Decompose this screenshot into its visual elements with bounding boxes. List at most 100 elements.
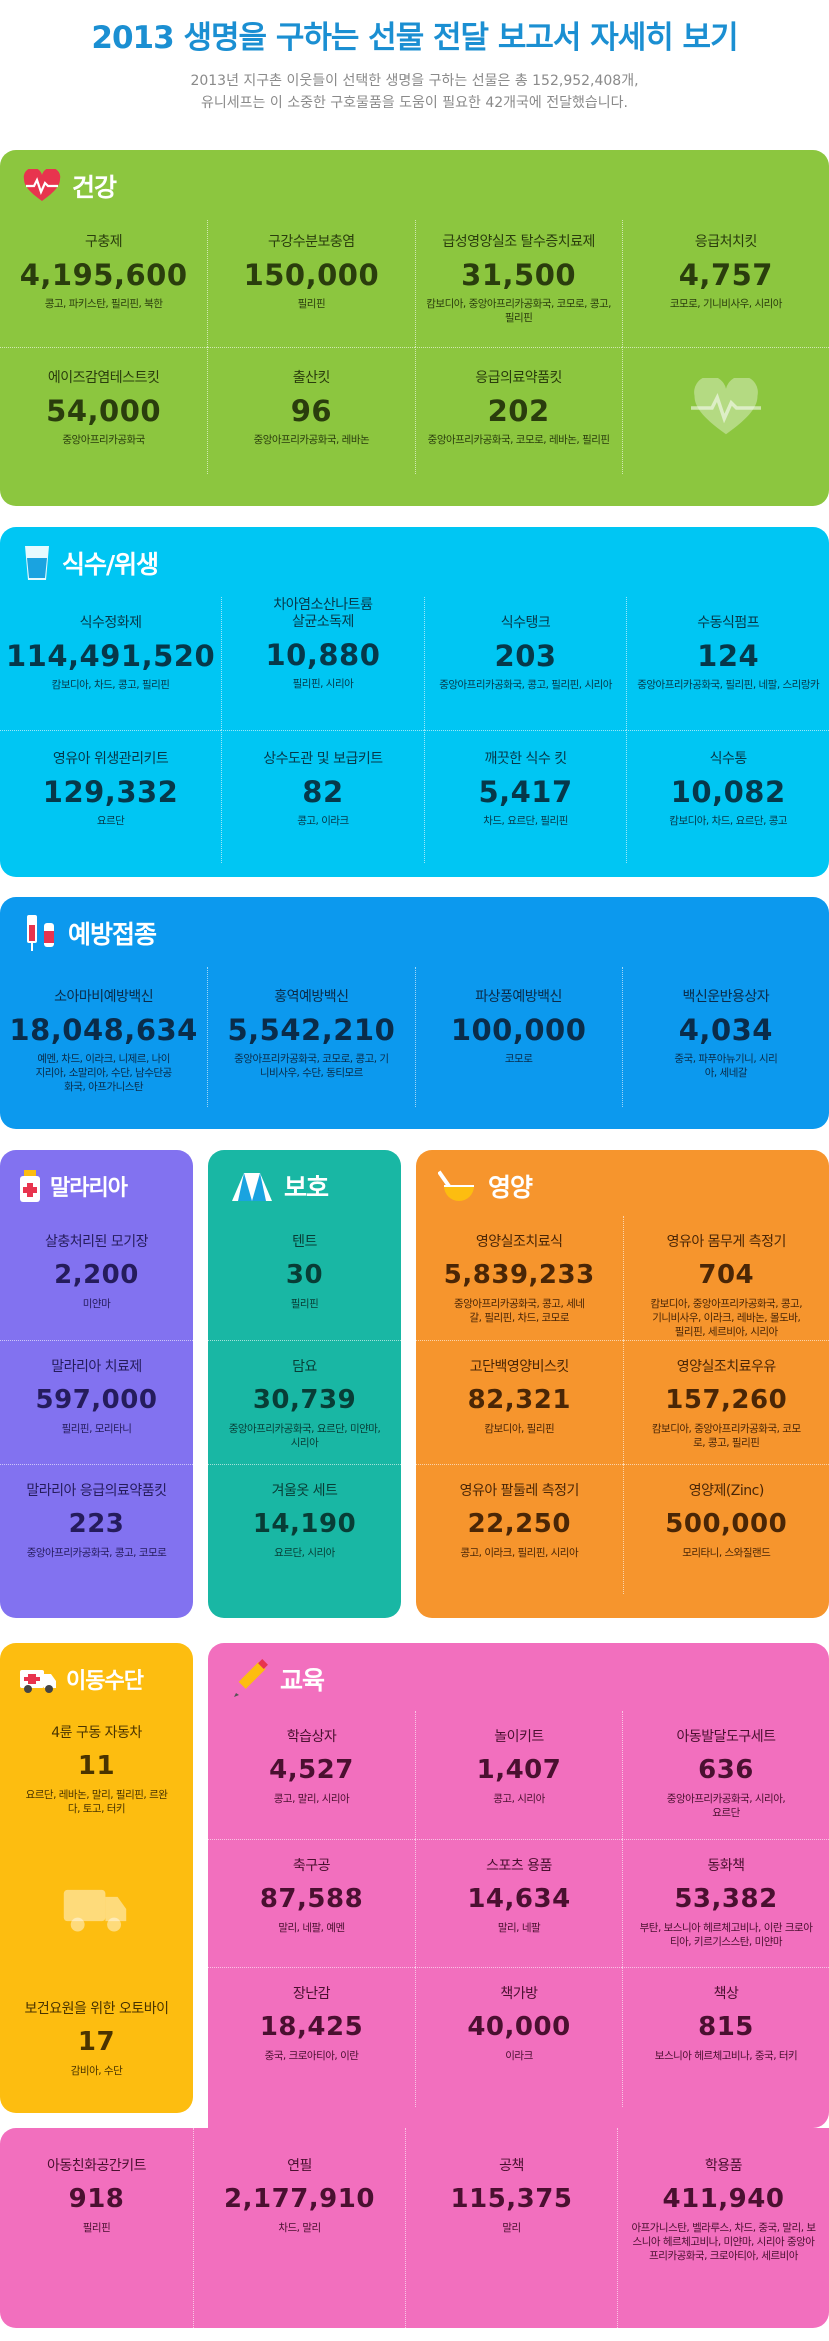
item-value: 31,500 xyxy=(461,258,577,292)
health-item: 구강수분보충염 150,000 필리핀 xyxy=(207,220,414,347)
vaccine-header: 예방접종 xyxy=(22,913,157,953)
item-countries: 필리핀, 시리아 xyxy=(292,678,354,690)
item-value: 5,417 xyxy=(478,775,573,809)
item-countries: 보스니아 헤르체고비나, 중국, 터키 xyxy=(654,2050,798,2062)
item-label: 급성영양실조 탈수증치료제 xyxy=(442,234,595,250)
nutrition-header: 영양 xyxy=(438,1166,533,1206)
item-value: 223 xyxy=(68,1509,125,1539)
education-header: 교육 xyxy=(230,1659,325,1699)
item-value: 500,000 xyxy=(665,1509,788,1539)
bowl-spoon-icon xyxy=(438,1168,478,1204)
health-item: 에이즈감염테스트킷 54,000 중앙아프리카공화국 xyxy=(0,347,208,474)
item-label: 연필 xyxy=(287,2158,312,2174)
item-countries: 캄보디아, 차드, 요르단, 콩고 xyxy=(669,815,788,827)
item-value: 10,880 xyxy=(265,638,381,672)
item-countries: 콩고, 이라크, 필리핀, 시리아 xyxy=(460,1547,579,1559)
item-label: 상수도관 및 보급키트 xyxy=(263,751,383,767)
transport-header: 이동수단 xyxy=(18,1659,144,1699)
item-label: 구충제 xyxy=(85,234,123,250)
item-countries: 필리핀 xyxy=(82,2222,111,2234)
item-label: 영유아 몸무게 측정기 xyxy=(666,1234,787,1250)
education-item: 동화책 53,382 부탄, 보스니아 헤르체고비나, 이란 크로아티아, 키르기스… xyxy=(622,1839,829,1967)
item-countries: 말리, 네팔 xyxy=(497,1922,541,1934)
item-countries: 코모로 xyxy=(504,1053,533,1065)
malaria-item: 살충처리된 모기장 2,200 미얀마 xyxy=(0,1216,193,1340)
nutrition-item: 영양제(Zinc) 500,000 모리타니, 스와질랜드 xyxy=(622,1464,829,1594)
heartbeat-watermark-icon xyxy=(690,376,761,442)
item-countries: 필리핀, 모리타니 xyxy=(61,1423,132,1435)
item-value: 14,634 xyxy=(467,1884,571,1914)
item-label: 담요 xyxy=(292,1359,317,1375)
item-countries: 캄보디아, 필리핀 xyxy=(484,1423,555,1435)
item-value: 22,250 xyxy=(467,1509,571,1539)
item-value: 202 xyxy=(487,394,550,428)
item-countries: 차드, 요르단, 필리핀 xyxy=(483,815,568,827)
syringe-icon xyxy=(22,913,58,953)
item-countries: 중앙아프리카공화국, 시리아, 요르단 xyxy=(666,1793,786,1819)
malaria-panel: 말라리아 살충처리된 모기장 2,200 미얀마 말라리아 치료제 597,000 필리… xyxy=(0,1150,193,1618)
water-item: 영유아 위생관리키트 129,332 요르단 xyxy=(0,730,222,863)
item-label: 응급처치킷 xyxy=(694,234,757,250)
item-countries: 모리타니, 스와질랜드 xyxy=(682,1547,771,1559)
subtitle-line-2: 유니세프는 이 소중한 구호물품을 도움이 필요한 42개국에 전달했습니다. xyxy=(201,95,628,111)
item-label: 차아염소산나트륨 살균소독제 xyxy=(273,597,373,630)
health-item: 구충제 4,195,600 콩고, 파키스탄, 필리핀, 북한 xyxy=(0,220,207,347)
item-countries: 아프가니스탄, 벨라루스, 차드, 중국, 말리, 보스니아 헤르체고비나, 미… xyxy=(631,2222,816,2262)
item-label: 식수탱크 xyxy=(500,615,551,631)
item-countries: 중앙아프리카공화국 xyxy=(62,434,145,446)
transport-item: 4륜 구동 자동차 11 요르단, 레바논, 말리, 필리핀, 르완다, 토고, 터… xyxy=(0,1725,193,1816)
item-label: 깨끗한 식수 킷 xyxy=(484,751,567,767)
item-countries: 필리핀 xyxy=(297,298,326,310)
health-panel: 건강 구충제 4,195,600 콩고, 파키스탄, 필리핀, 북한 구강수분보충염… xyxy=(0,150,829,506)
pencil-icon xyxy=(230,1659,270,1699)
water-glass-icon xyxy=(22,544,52,582)
item-value: 30 xyxy=(285,1260,324,1290)
item-countries: 콩고, 파키스탄, 필리핀, 북한 xyxy=(44,298,163,310)
item-value: 704 xyxy=(698,1260,755,1290)
malaria-title: 말라리아 xyxy=(50,1176,128,1201)
item-label: 학습상자 xyxy=(286,1729,337,1745)
nutrition-item: 영양실조치료식 5,839,233 중앙아프리카공화국, 콩고, 세네갈, 필리핀,… xyxy=(416,1216,623,1340)
protection-header: 보호 xyxy=(230,1166,329,1206)
health-item: 출산킷 96 중앙아프리카공화국, 레바논 xyxy=(207,347,415,474)
medicine-bottle-icon xyxy=(18,1168,42,1204)
education-item: 학습상자 4,527 콩고, 말리, 시리아 xyxy=(208,1711,415,1839)
education-item: 연필 2,177,910 차드, 말리 xyxy=(193,2128,405,2328)
item-label: 식수통 xyxy=(709,751,748,767)
item-label: 동화책 xyxy=(707,1858,745,1874)
education-item: 장난감 18,425 중국, 크로아티아, 이란 xyxy=(208,1967,415,2107)
item-value: 40,000 xyxy=(467,2012,571,2042)
item-label: 아동발달도구세트 xyxy=(676,1729,776,1745)
item-label: 책가방 xyxy=(500,1986,538,2002)
health-decor-cell xyxy=(621,347,829,474)
item-countries: 중앙아프리카공화국, 필리핀, 네팔, 스리랑카 xyxy=(637,679,820,691)
item-label: 영유아 위생관리키트 xyxy=(52,751,169,767)
water-panel: 식수/위생 식수정화제 114,491,520 캄보디아, 차드, 콩고, 필리핀 … xyxy=(0,527,829,877)
item-countries: 중앙아프리카공화국, 요르단, 미얀마, 시리아 xyxy=(228,1423,381,1449)
item-label: 소아마비예방백신 xyxy=(54,989,154,1005)
vaccine-item: 파상풍예방백신 100,000 코모로 xyxy=(414,967,622,1107)
health-title: 건강 xyxy=(72,173,117,202)
water-item: 깨끗한 식수 킷 5,417 차드, 요르단, 필리핀 xyxy=(423,730,627,863)
item-value: 115,375 xyxy=(450,2184,573,2214)
nutrition-item: 영유아 몸무게 측정기 704 캄보디아, 중앙아프리카공화국, 콩고, 기니비사우… xyxy=(622,1216,829,1340)
item-countries: 요르단, 시리아 xyxy=(274,1547,335,1559)
item-countries: 필리핀 xyxy=(290,1298,319,1310)
item-label: 스포츠 용품 xyxy=(486,1858,552,1874)
item-label: 파상풍예방백신 xyxy=(475,989,562,1005)
item-countries: 요르단 xyxy=(96,815,125,827)
item-label: 4륜 구동 자동차 xyxy=(51,1725,142,1741)
nutrition-panel: 영양 영양실조치료식 5,839,233 중앙아프리카공화국, 콩고, 세네갈, 필… xyxy=(416,1150,829,1618)
item-label: 학용품 xyxy=(704,2158,743,2174)
item-value: 597,000 xyxy=(35,1385,158,1415)
item-countries: 부탄, 보스니아 헤르체고비나, 이란 크로아티아, 키르기스스탄, 미얀마 xyxy=(639,1922,813,1948)
item-value: 18,425 xyxy=(259,2012,364,2042)
education-item: 축구공 87,588 말리, 네팔, 예멘 xyxy=(208,1839,415,1967)
protection-item: 겨울옷 세트 14,190 요르단, 시리아 xyxy=(208,1464,401,1594)
item-value: 82 xyxy=(302,775,344,809)
item-value: 30,739 xyxy=(252,1385,357,1415)
item-countries: 중국, 크로아티아, 이란 xyxy=(264,2050,359,2062)
item-countries: 예멘, 차드, 이라크, 니제르, 나이지리아, 소말리아, 수단, 남수단공화… xyxy=(35,1053,173,1093)
water-item: 상수도관 및 보급키트 82 콩고, 이라크 xyxy=(221,730,424,863)
item-countries: 콩고, 시리아 xyxy=(493,1793,545,1805)
